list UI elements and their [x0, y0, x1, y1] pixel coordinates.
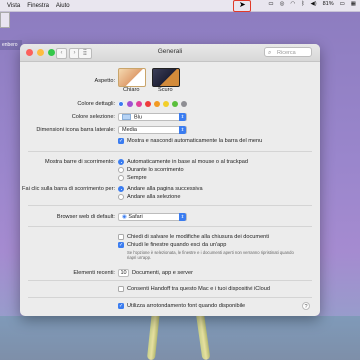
menu-finestra[interactable]: Finestra [27, 3, 49, 9]
recent-items-label: Elementi recenti: [73, 270, 115, 276]
scroll-always-radio[interactable] [118, 175, 124, 181]
scroll-auto-radio[interactable] [118, 159, 124, 165]
default-browser-value: Safari [128, 214, 143, 220]
close-windows-label: Chiudi le finestre quando esci da un'app [127, 242, 227, 248]
cursor-highlight: ➤ [233, 0, 251, 12]
screen-share-icon[interactable]: ▭ [268, 1, 273, 7]
colore-selezione-label: Colore selezione: [71, 114, 115, 120]
accent-color-swatch[interactable] [172, 101, 178, 107]
titlebar: ‹ › ⣿ Generali ⌕ Ricerca [20, 44, 320, 62]
appearance-light-option[interactable] [118, 68, 146, 87]
highlight-value: Blu [134, 114, 142, 121]
preferences-window: ‹ › ⣿ Generali ⌕ Ricerca Aspetto: Chiaro… [20, 44, 320, 316]
handoff-label: Consenti Handoff tra questo Mac e i tuoi… [127, 286, 270, 292]
show-scrollbars-label: Mostra barre di scorrimento: [45, 159, 115, 165]
divider [28, 280, 312, 281]
font-smoothing-label: Utilizza arrotondamento font quando disp… [127, 303, 246, 309]
battery-icon[interactable]: ▭ [340, 1, 345, 7]
accent-color-swatch[interactable] [181, 101, 187, 107]
highlight-color-popup[interactable]: Blu ⇕ [118, 113, 187, 121]
recent-items-count: 10 [120, 270, 127, 276]
accent-color-swatch[interactable] [127, 101, 133, 107]
status-area: ▭ ◎ ◠ ᛒ ◀) 81% ▭ ▦ [268, 1, 356, 7]
search-input[interactable]: ⌕ Ricerca [264, 47, 312, 57]
font-smoothing-checkbox[interactable]: ✓ [118, 303, 124, 309]
sidebar-icon-size-popup[interactable]: Media ⇕ [118, 126, 187, 134]
accent-color-picker [118, 101, 198, 107]
scuro-label: Scuro [158, 87, 173, 93]
sidebar-icon-size-label: Dimensioni icona barra laterale: [36, 127, 115, 133]
click-scrollbar-label: Fai clic sulla barra di scorrimento per: [22, 186, 115, 192]
accent-color-swatch[interactable] [163, 101, 169, 107]
accent-color-swatch[interactable] [145, 101, 151, 107]
scroll-auto-label: Automaticamente in base al mouse o al tr… [127, 159, 248, 165]
close-windows-checkbox[interactable]: ✓ [118, 242, 124, 248]
desktop-file-icon[interactable] [0, 12, 10, 28]
default-browser-popup[interactable]: ◉ Safari ⇕ [118, 213, 187, 221]
click-spot-radio[interactable] [118, 194, 124, 200]
wifi-icon[interactable]: ◠ [290, 1, 295, 7]
scroll-always-label: Sempre [127, 175, 147, 181]
click-next-page-radio[interactable] [118, 186, 124, 192]
search-placeholder: Ricerca [277, 50, 296, 56]
divider [28, 226, 312, 227]
close-windows-note: Se l'opzione è selezionata, le finestre … [127, 250, 294, 260]
appearance-dark-option[interactable] [152, 68, 180, 87]
desktop-background-lower [0, 316, 360, 360]
menu-vista[interactable]: Vista [7, 3, 20, 9]
search-icon: ⌕ [268, 49, 272, 56]
default-browser-label: Browser web di default: [56, 214, 115, 220]
click-spot-label: Andare alla selezione [127, 194, 181, 200]
colore-dettagli-label: Colore dettagli: [77, 101, 115, 107]
aspetto-label: Aspetto: [94, 78, 115, 84]
click-next-page-label: Andare alla pagina successiva [127, 186, 203, 192]
scroll-during-label: Durante lo scorrimento [127, 167, 184, 173]
accent-color-swatch[interactable] [154, 101, 160, 107]
chevron-updown-icon: ⇕ [179, 113, 186, 121]
ask-save-label: Chiedi di salvare le modifiche alla chiu… [127, 234, 270, 240]
chiaro-label: Chiaro [123, 87, 140, 93]
sidebar-icon-size-value: Media [122, 127, 137, 133]
safari-icon: ◉ [122, 214, 127, 220]
recent-items-stepper[interactable]: 10 [118, 269, 129, 277]
scroll-during-radio[interactable] [118, 167, 124, 173]
highlight-swatch [122, 114, 131, 120]
menu-aiuto[interactable]: Aiuto [56, 3, 70, 9]
cursor-icon: ➤ [239, 0, 246, 9]
recent-items-suffix: Documenti, app e server [132, 270, 193, 276]
finder-window-edge[interactable]: enbero [0, 40, 22, 50]
divider [28, 297, 312, 298]
battery-percent[interactable]: 81% [323, 1, 334, 7]
autohide-menubar-label: Mostra e nascondi automaticamente la bar… [127, 138, 263, 144]
bluetooth-icon[interactable]: ᛒ [301, 1, 304, 7]
menubar: Vista Finestra Aiuto ▭ ◎ ◠ ᛒ ◀) 81% ▭ ▦ [0, 0, 360, 12]
chevron-updown-icon: ⇕ [179, 126, 186, 134]
help-button[interactable]: ? [302, 302, 310, 310]
volume-icon[interactable]: ◀) [311, 1, 317, 7]
flag-icon[interactable]: ▦ [351, 1, 356, 7]
accent-color-swatch[interactable] [136, 101, 142, 107]
handoff-checkbox[interactable] [118, 286, 124, 292]
divider [28, 151, 312, 152]
divider [28, 205, 312, 206]
accent-color-swatch[interactable] [118, 101, 124, 107]
ask-save-checkbox[interactable] [118, 234, 124, 240]
sync-icon[interactable]: ◎ [280, 1, 285, 7]
autohide-menubar-checkbox[interactable]: ✓ [118, 138, 124, 144]
chevron-updown-icon: ⇕ [179, 213, 186, 221]
